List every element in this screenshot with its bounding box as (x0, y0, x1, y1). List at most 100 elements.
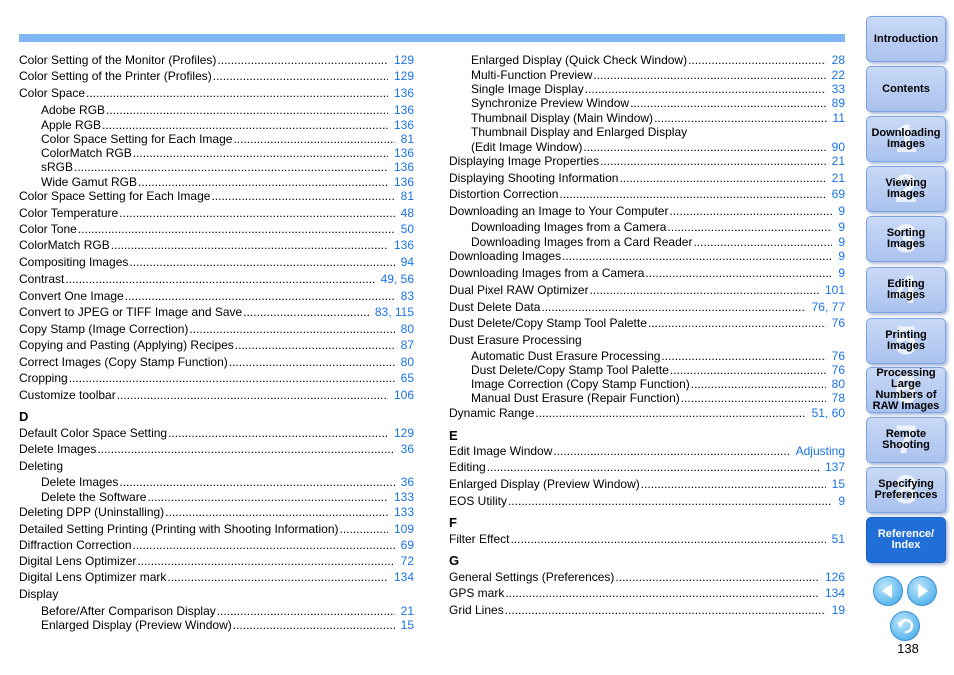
page-link[interactable]: 76 (828, 349, 845, 364)
index-entry[interactable]: Color Tone 50 (19, 222, 414, 237)
index-entry[interactable]: Deleting DPP (Uninstalling) 133 (19, 505, 414, 520)
tab-specifying-preferences[interactable]: 8 Specifying Preferences (866, 467, 946, 513)
index-entry[interactable]: Cropping 65 (19, 371, 414, 386)
page-link[interactable]: 87 (397, 338, 414, 353)
index-entry[interactable]: Grid Lines 19 (449, 603, 845, 618)
tab-contents[interactable]: Contents (866, 66, 946, 112)
page-link[interactable]: 9 (834, 494, 845, 509)
index-entry[interactable]: Correct Images (Copy Stamp Function) 80 (19, 355, 414, 370)
index-entry[interactable]: Delete the Software 133 (41, 490, 414, 505)
page-link[interactable]: 134 (390, 570, 414, 585)
page-link[interactable]: 83, 115 (371, 305, 414, 320)
page-link[interactable]: 81 (397, 132, 414, 147)
page-link[interactable]: 101 (821, 283, 845, 298)
tab-processing-large-numbers-of-raw-images[interactable]: 6 Processing Large Numbers of RAW Images (866, 367, 946, 413)
page-link[interactable]: 33 (828, 82, 845, 97)
index-entry[interactable]: Adobe RGB 136 (41, 103, 414, 118)
index-entry[interactable]: Image Correction (Copy Stamp Function) 80 (471, 377, 845, 392)
tab-downloading-images[interactable]: 1 Downloading Images (866, 116, 946, 162)
page-link[interactable]: 129 (390, 426, 414, 441)
index-entry[interactable]: ColorMatch RGB 136 (19, 238, 414, 253)
page-link[interactable]: 136 (390, 146, 414, 161)
index-entry[interactable]: Delete Images 36 (41, 475, 414, 490)
index-entry[interactable]: Enlarged Display (Preview Window) 15 (449, 477, 845, 492)
page-link[interactable]: 21 (397, 604, 414, 619)
page-link[interactable]: 36 (397, 475, 414, 490)
tab-sorting-images[interactable]: 3 Sorting Images (866, 216, 946, 262)
index-entry[interactable]: Convert One Image 83 (19, 289, 414, 304)
page-link[interactable]: 51 (828, 532, 845, 547)
tab-reference-index[interactable]: Reference/ Index (866, 517, 946, 563)
tab-editing-images[interactable]: 4 Editing Images (866, 267, 946, 313)
index-entry[interactable]: Dual Pixel RAW Optimizer 101 (449, 283, 845, 298)
index-entry[interactable]: Multi-Function Preview 22 (471, 68, 845, 83)
index-entry[interactable]: EOS Utility 9 (449, 494, 845, 509)
index-entry[interactable]: Color Setting of the Monitor (Profiles) 1… (19, 53, 414, 68)
index-entry[interactable]: Synchronize Preview Window 89 (471, 96, 845, 111)
page-link[interactable]: 11 (829, 111, 845, 126)
page-link[interactable]: 83 (397, 289, 414, 304)
page-link[interactable]: 49, 56 (377, 272, 414, 287)
page-link[interactable]: 65 (397, 371, 414, 386)
page-link[interactable]: 136 (390, 103, 414, 118)
page-link[interactable]: 21 (828, 171, 845, 186)
index-entry[interactable]: Single Image Display 33 (471, 82, 845, 97)
index-entry[interactable]: Filter Effect 51 (449, 532, 845, 547)
index-entry[interactable]: Thumbnail Display (Main Window) 11 (471, 111, 845, 126)
index-entry[interactable]: Apple RGB 136 (41, 118, 414, 133)
index-entry[interactable]: Edit Image Window Adjusting (449, 444, 845, 459)
index-entry[interactable]: GPS mark 134 (449, 586, 845, 601)
index-entry[interactable]: Compositing Images 94 (19, 255, 414, 270)
index-entry[interactable]: ColorMatch RGB 136 (41, 146, 414, 161)
index-entry[interactable]: Displaying Shooting Information 21 (449, 171, 845, 186)
page-link[interactable]: 133 (390, 505, 414, 520)
page-link[interactable]: 19 (828, 603, 845, 618)
index-entry[interactable]: Digital Lens Optimizer 72 (19, 554, 414, 569)
page-link[interactable]: 136 (390, 86, 414, 101)
index-entry[interactable]: Default Color Space Setting 129 (19, 426, 414, 441)
index-entry[interactable]: Dust Delete/Copy Stamp Tool Palette 76 (449, 316, 845, 331)
index-entry[interactable]: Color Setting of the Printer (Profiles) 1… (19, 69, 414, 84)
index-entry[interactable]: Convert to JPEG or TIFF Image and Save 83… (19, 305, 414, 320)
tab-introduction[interactable]: Introduction (866, 16, 946, 62)
page-link[interactable]: 126 (821, 570, 845, 585)
page-link[interactable]: 69 (397, 538, 414, 553)
index-entry[interactable]: Downloading Images from a Camera 9 (449, 266, 845, 281)
page-link[interactable]: 136 (390, 175, 414, 190)
index-entry[interactable]: Contrast 49, 56 (19, 272, 414, 287)
index-entry[interactable]: Dust Delete/Copy Stamp Tool Palette 76 (471, 363, 845, 378)
page-link[interactable]: 109 (390, 522, 414, 537)
page-link[interactable]: 69 (828, 187, 845, 202)
index-entry[interactable]: Enlarged Display (Quick Check Window) 28 (471, 53, 845, 68)
page-link[interactable]: 9 (834, 266, 845, 281)
index-entry[interactable]: Digital Lens Optimizer mark 134 (19, 570, 414, 585)
index-entry[interactable]: Automatic Dust Erasure Processing 76 (471, 349, 845, 364)
index-entry[interactable]: Downloading Images 9 (449, 249, 845, 264)
page-link[interactable]: 129 (390, 53, 414, 68)
index-entry[interactable]: Copying and Pasting (Applying) Recipes 87 (19, 338, 414, 353)
index-entry[interactable]: Dynamic Range 51, 60 (449, 406, 845, 421)
page-link[interactable]: 78 (828, 391, 845, 406)
tab-printing-images[interactable]: 5 Printing Images (866, 318, 946, 364)
page-link[interactable]: 76 (828, 316, 845, 331)
index-entry[interactable]: Enlarged Display (Preview Window) 15 (41, 618, 414, 633)
index-entry[interactable]: Copy Stamp (Image Correction) 80 (19, 322, 414, 337)
page-link[interactable]: 9 (834, 204, 845, 219)
index-entry[interactable]: Wide Gamut RGB 136 (41, 175, 414, 190)
index-entry[interactable]: Downloading an Image to Your Computer 9 (449, 204, 845, 219)
page-link[interactable]: 136 (390, 118, 414, 133)
index-entry[interactable]: (Edit Image Window) 90 (471, 140, 845, 155)
page-link[interactable]: 89 (828, 96, 845, 111)
page-link[interactable]: 9 (834, 249, 845, 264)
page-link[interactable]: 76, 77 (808, 300, 845, 315)
page-link[interactable]: 81 (397, 189, 414, 204)
index-entry[interactable]: General Settings (Preferences) 126 (449, 570, 845, 585)
index-entry[interactable]: Diffraction Correction 69 (19, 538, 414, 553)
page-link[interactable]: Adjusting (792, 444, 845, 459)
page-link[interactable]: 15 (828, 477, 845, 492)
page-link[interactable]: 36 (397, 442, 414, 457)
page-link[interactable]: 76 (828, 363, 845, 378)
page-link[interactable]: 51, 60 (808, 406, 845, 421)
index-entry[interactable]: Delete Images 36 (19, 442, 414, 457)
previous-page-button[interactable] (873, 576, 903, 606)
